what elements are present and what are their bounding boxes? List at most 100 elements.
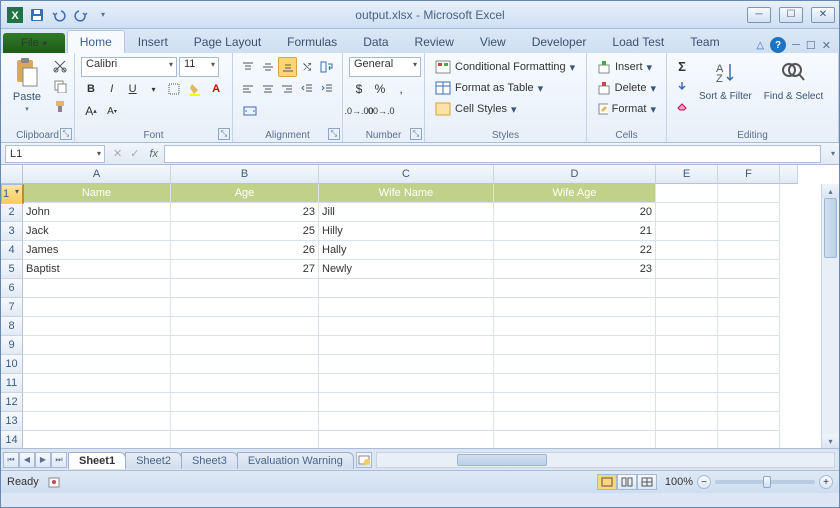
cancel-formula-icon[interactable]: ✕ [113,147,122,160]
font-color-button[interactable]: A [206,79,226,99]
cell-C14[interactable] [319,431,494,449]
doc-restore-icon[interactable]: ☐ [806,39,816,52]
row-6[interactable]: 6 [1,279,23,298]
align-center-icon[interactable] [259,79,278,99]
cell-C2[interactable]: Jill [319,203,494,222]
align-bottom-icon[interactable] [278,57,297,77]
scroll-up-icon[interactable]: ▴ [822,184,839,198]
cell-D12[interactable] [494,393,656,412]
name-box[interactable]: L1 [5,145,105,163]
horizontal-scrollbar[interactable] [376,452,835,468]
increase-indent-icon[interactable] [317,79,336,99]
copy-icon[interactable] [51,77,69,95]
paste-button[interactable]: Paste ▾ [7,55,47,115]
maximize-button[interactable]: ☐ [779,7,803,23]
font-size-select[interactable]: 11 [179,57,219,77]
new-sheet-icon[interactable] [356,452,372,468]
col-A[interactable]: A [23,165,171,184]
cell-B5[interactable]: 27 [171,260,319,279]
cell-C8[interactable] [319,317,494,336]
cell-B10[interactable] [171,355,319,374]
font-launcher[interactable]: ⤡ [218,128,230,140]
cell-B8[interactable] [171,317,319,336]
cell-A4[interactable]: James [23,241,171,260]
cut-icon[interactable] [51,57,69,75]
cell-styles-button[interactable]: Cell Styles ▾ [431,99,580,119]
prev-sheet-icon[interactable]: ◀ [19,452,35,468]
zoom-slider[interactable] [715,480,815,484]
cell-D4[interactable]: 22 [494,241,656,260]
cell-C13[interactable] [319,412,494,431]
format-cells-button[interactable]: Format ▾ [593,99,660,119]
align-middle-icon[interactable] [259,57,278,77]
zoom-level[interactable]: 100% [665,476,693,488]
macro-record-icon[interactable] [47,475,61,489]
row-13[interactable]: 13 [1,412,23,431]
enter-formula-icon[interactable]: ✓ [130,147,139,160]
tab-data[interactable]: Data [350,30,401,53]
cell-D6[interactable] [494,279,656,298]
cell-A9[interactable] [23,336,171,355]
cell-D5[interactable]: 23 [494,260,656,279]
conditional-formatting-button[interactable]: Conditional Formatting ▾ [431,57,580,77]
cell-B12[interactable] [171,393,319,412]
col-B[interactable]: B [171,165,319,184]
zoom-in-button[interactable]: + [819,475,833,489]
sheet-tab-sheet3[interactable]: Sheet3 [181,452,238,469]
excel-icon[interactable]: X [5,5,25,25]
cell-B1[interactable]: Age [171,184,319,203]
select-all-corner[interactable] [1,165,23,184]
orientation-icon[interactable]: ⤭ [298,57,317,77]
align-top-icon[interactable] [239,57,258,77]
font-name-select[interactable]: Calibri [81,57,177,77]
cell-B7[interactable] [171,298,319,317]
row-12[interactable]: 12 [1,393,23,412]
cell-C6[interactable] [319,279,494,298]
redo-icon[interactable] [71,5,91,25]
sheet-tab-sheet2[interactable]: Sheet2 [125,452,182,469]
cell-C3[interactable]: Hilly [319,222,494,241]
decrease-font-icon[interactable]: A▾ [102,101,122,121]
expand-formula-bar-icon[interactable]: ▾ [831,149,835,158]
tab-home[interactable]: Home [67,30,125,53]
close-button[interactable]: ✕ [811,7,835,23]
cell-A8[interactable] [23,317,171,336]
cell-C12[interactable] [319,393,494,412]
scroll-thumb[interactable] [824,198,837,258]
cell-A10[interactable] [23,355,171,374]
italic-button[interactable]: I [102,79,122,99]
row-3[interactable]: 3 [1,222,23,241]
underline-button[interactable]: U [123,79,143,99]
help-icon[interactable]: ? [770,37,786,53]
autosum-icon[interactable]: Σ [673,57,691,75]
fill-icon[interactable] [673,77,691,95]
delete-cells-button[interactable]: Delete ▾ [593,78,660,98]
cell-B4[interactable]: 26 [171,241,319,260]
cell-B14[interactable] [171,431,319,449]
comma-icon[interactable]: , [391,79,411,99]
tab-review[interactable]: Review [402,30,467,53]
cell-D13[interactable] [494,412,656,431]
tab-team[interactable]: Team [677,30,732,53]
cell-D9[interactable] [494,336,656,355]
tab-load-test[interactable]: Load Test [599,30,677,53]
insert-cells-button[interactable]: Insert ▾ [593,57,660,77]
cell-D1[interactable]: Wife Age [494,184,656,203]
fx-icon[interactable]: fx [149,148,158,160]
row-7[interactable]: 7 [1,298,23,317]
cell-A3[interactable]: Jack [23,222,171,241]
cell-B11[interactable] [171,374,319,393]
row-5[interactable]: 5 [1,260,23,279]
tab-view[interactable]: View [467,30,519,53]
cell-D10[interactable] [494,355,656,374]
minimize-button[interactable]: ─ [747,7,771,23]
row-2[interactable]: 2 [1,203,23,222]
cell-A14[interactable] [23,431,171,449]
border-button[interactable] [164,79,184,99]
bold-button[interactable]: B [81,79,101,99]
cell-B6[interactable] [171,279,319,298]
cell-C7[interactable] [319,298,494,317]
page-break-view-icon[interactable] [637,474,657,490]
cell-A11[interactable] [23,374,171,393]
cell-B13[interactable] [171,412,319,431]
